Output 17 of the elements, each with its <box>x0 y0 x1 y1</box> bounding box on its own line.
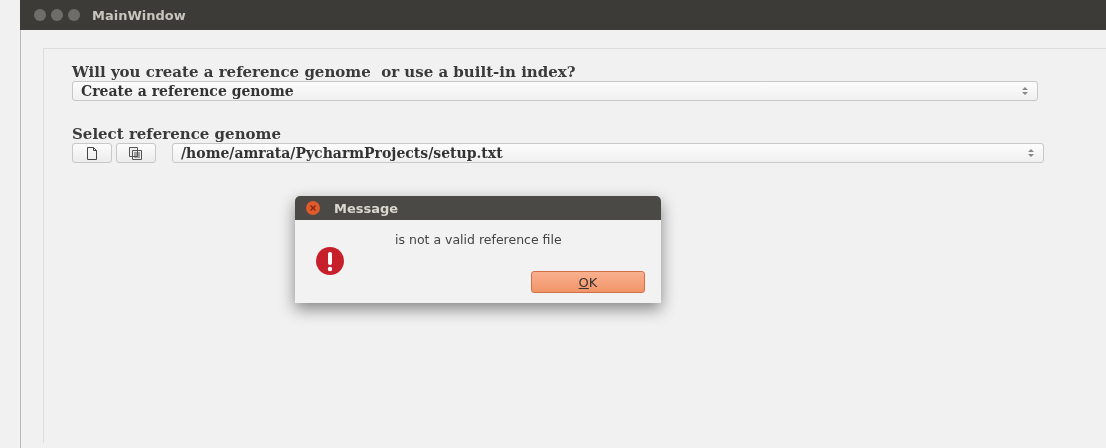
close-icon[interactable] <box>306 201 320 215</box>
close-icon[interactable] <box>34 9 46 21</box>
error-icon <box>315 246 345 276</box>
dialog-message: is not a valid reference file <box>394 232 563 247</box>
copy-icon <box>129 146 143 160</box>
copy-files-button[interactable] <box>116 143 156 163</box>
question-label: Will you create a reference genome or use a built-in index? <box>72 63 577 81</box>
spinner-icon <box>1027 147 1035 159</box>
window-title: MainWindow <box>92 7 186 23</box>
ok-button[interactable]: OK <box>531 271 645 293</box>
document-icon <box>86 146 98 160</box>
mode-dropdown[interactable]: Create a reference genome <box>72 81 1038 101</box>
reference-label: Select reference genome <box>72 125 282 143</box>
file-path-dropdown[interactable]: /home/amrata/PycharmProjects/setup.txt <box>172 143 1044 163</box>
spinner-icon <box>1021 85 1029 97</box>
dialog-title: Message <box>334 200 399 216</box>
new-file-button[interactable] <box>72 143 112 163</box>
